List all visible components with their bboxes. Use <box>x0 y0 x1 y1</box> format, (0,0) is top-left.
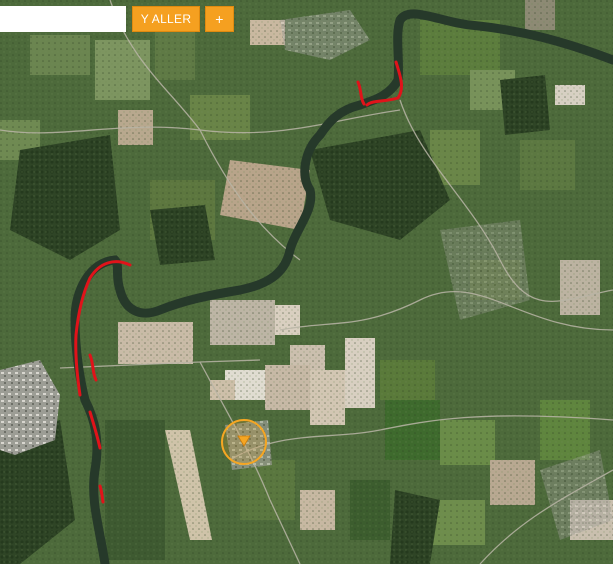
search-input[interactable] <box>0 6 126 32</box>
location-target-icon[interactable] <box>221 419 267 465</box>
add-button[interactable]: + <box>205 6 234 32</box>
go-button[interactable]: Y ALLER <box>132 6 200 32</box>
satellite-map[interactable] <box>0 0 613 564</box>
